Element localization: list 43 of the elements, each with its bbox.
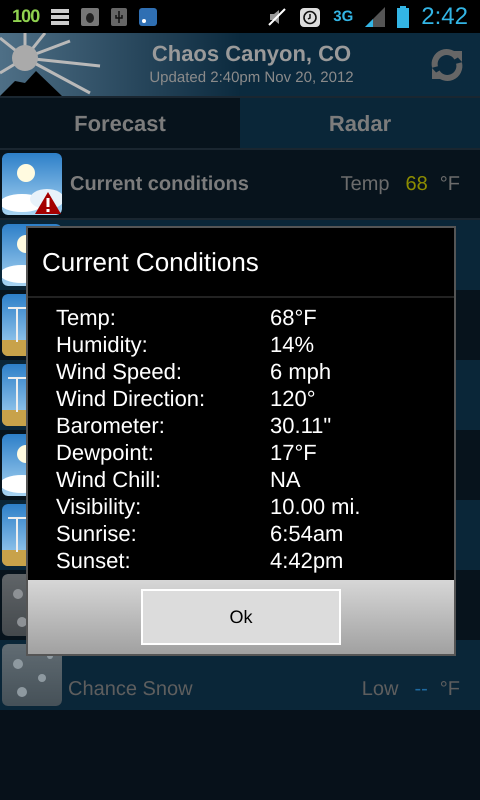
dialog-title: Current Conditions (42, 246, 259, 278)
low-value: -- (414, 677, 428, 702)
condition-label: Wind Direction: (56, 388, 206, 410)
battery-percent: 100 (12, 5, 40, 28)
condition-value: 120° (270, 388, 316, 410)
condition-label: Sunset: (56, 550, 132, 572)
row-title: Current conditions (70, 172, 250, 197)
ok-button[interactable]: Ok (141, 589, 341, 645)
current-conditions-row[interactable]: Current conditions Temp 68 °F (0, 150, 480, 220)
usb-icon (111, 8, 128, 26)
condition-value: 14% (270, 334, 314, 356)
alarm-icon (299, 6, 322, 28)
low-label: Low (362, 677, 398, 702)
condition-label: Visibility: (56, 496, 142, 518)
condition-label: Sunrise: (56, 522, 138, 544)
condition-label: Temp: (56, 306, 117, 328)
condition-value: 6:54am (270, 522, 344, 544)
condition-value: 17°F (270, 442, 317, 464)
condition-label: Wind Speed: (56, 360, 183, 382)
clock: 2:42 (421, 2, 468, 32)
condition-value: 68°F (270, 306, 317, 328)
temp-unit: °F (440, 677, 460, 702)
temp-unit: °F (440, 172, 460, 197)
storage-icon (51, 8, 70, 26)
updated-time: Updated 2:40pm Nov 20, 2012 (149, 68, 354, 88)
condition-value: NA (270, 468, 301, 490)
network-type: 3G (333, 9, 354, 24)
battery-icon (397, 6, 410, 28)
temp-value: 68 (406, 172, 428, 197)
location-title: Chaos Canyon, CO (152, 40, 352, 67)
mute-icon (267, 8, 288, 26)
condition-label: Wind Chill: (56, 468, 162, 490)
temp-label: Temp (340, 172, 390, 197)
signal-icon (365, 6, 386, 26)
condition-value: 10.00 mi. (270, 496, 360, 518)
condition-label: Barometer: (56, 414, 166, 436)
tab[interactable]: Radar (240, 98, 480, 148)
condition-value: 4:42pm (270, 550, 344, 572)
forecast-description: Chance Snow (68, 677, 194, 702)
condition-value: 6 mph (270, 360, 332, 382)
condition-label: Humidity: (56, 334, 149, 356)
condition-label: Dewpoint: (56, 442, 155, 464)
condition-value: 30.11" (270, 414, 332, 436)
